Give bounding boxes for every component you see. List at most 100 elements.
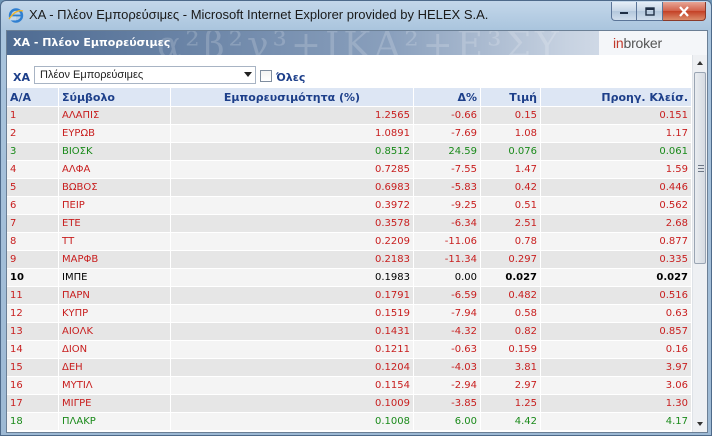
row-prev-close: 0.857 [541,322,692,340]
page-title: ΧΑ - Πλέον Εμπορεύσιμες [13,36,171,49]
category-select[interactable]: Πλέον Εμπορεύσιμες [34,66,256,84]
row-index: 16 [7,376,59,394]
minimize-button[interactable] [611,2,637,21]
category-select-value: Πλέον Εμπορεύσιμες [40,69,144,81]
row-change: -0.66 [414,106,481,124]
grip-line [698,171,704,172]
row-prev-close: 0.151 [541,106,692,124]
row-index: 6 [7,196,59,214]
table-row[interactable]: 13 ΑΙΟΛΚ 0.1431 -4.32 0.82 0.857 [7,322,692,340]
row-index: 18 [7,412,59,430]
row-index: 1 [7,106,59,124]
row-symbol: ΑΛΦΑ [59,160,171,178]
row-index: 17 [7,394,59,412]
scroll-up-button[interactable] [693,55,707,71]
scrollbar-thumb[interactable] [694,72,706,264]
row-price: 0.42 [481,178,541,196]
table-row[interactable]: 2 ΕΥΡΩΒ 1.0891 -7.69 1.08 1.17 [7,124,692,142]
table-row[interactable]: 8 ΤΤ 0.2209 -11.06 0.78 0.877 [7,232,692,250]
col-header-tradability[interactable]: Εμπορευσιμότητα (%) [171,88,414,106]
row-symbol: ΚΥΠΡ [59,304,171,322]
row-tradability: 1.0891 [171,124,414,142]
row-tradability: 0.1008 [171,412,414,430]
table-row[interactable]: 15 ΔΕΗ 0.1204 -4.03 3.81 3.97 [7,358,692,376]
row-symbol: ΜΑΡΦΒ [59,250,171,268]
row-change: -9.25 [414,196,481,214]
row-price: 2.51 [481,214,541,232]
row-symbol: ΜΥΤΙΛ [59,376,171,394]
scroll-down-button[interactable] [693,416,707,432]
table-row[interactable]: 1 ΑΛΑΠΙΣ 1.2565 -0.66 0.15 0.151 [7,106,692,124]
tradability-table: Α/Α Σύμβολο Εμπορευσιμότητα (%) Δ% Τιμή … [7,88,692,432]
row-index: 3 [7,142,59,160]
row-index: 15 [7,358,59,376]
row-prev-close: 0.16 [541,340,692,358]
row-index: 13 [7,322,59,340]
row-price: 0.159 [481,340,541,358]
row-tradability: 0.1154 [171,376,414,394]
grip-line [698,168,704,169]
col-header-prev-close[interactable]: Προηγ. Κλείσ. [541,88,692,106]
row-symbol: ΒΙΟΣΚ [59,142,171,160]
row-change: -6.34 [414,214,481,232]
all-checkbox[interactable] [260,70,272,82]
header-banner: α²β²γ³+ΙΚΑ²+Ε³ΣΥ ΧΑ - Πλέον Εμπορεύσιμες… [7,31,707,55]
row-tradability: 0.1211 [171,340,414,358]
table-row[interactable]: 9 ΜΑΡΦΒ 0.2183 -11.34 0.297 0.335 [7,250,692,268]
table-row[interactable]: 12 ΚΥΠΡ 0.1519 -7.94 0.58 0.63 [7,304,692,322]
table-row[interactable]: 7 ΕΤΕ 0.3578 -6.34 2.51 2.68 [7,214,692,232]
row-prev-close: 0.562 [541,196,692,214]
row-prev-close: 2.68 [541,214,692,232]
table-row[interactable]: 5 ΒΩΒΟΣ 0.6983 -5.83 0.42 0.446 [7,178,692,196]
row-index: 10 [7,268,59,286]
row-tradability: 0.2183 [171,250,414,268]
page-content: α²β²γ³+ΙΚΑ²+Ε³ΣΥ ΧΑ - Πλέον Εμπορεύσιμες… [6,30,708,433]
row-tradability: 0.1791 [171,286,414,304]
row-prev-close: 0.061 [541,142,692,160]
table-row[interactable]: 11 ΠΑΡΝ 0.1791 -6.59 0.482 0.516 [7,286,692,304]
row-change: -7.69 [414,124,481,142]
row-price: 2.97 [481,376,541,394]
table-row[interactable]: 14 ΔΙΟΝ 0.1211 -0.63 0.159 0.16 [7,340,692,358]
row-tradability: 0.1431 [171,322,414,340]
col-header-symbol[interactable]: Σύμβολο [59,88,171,106]
chevron-down-icon[interactable] [244,72,252,77]
table-row[interactable]: 17 ΜΙΓΡΕ 0.1009 -3.85 1.25 1.30 [7,394,692,412]
grip-line [698,165,704,166]
row-symbol: ΙΜΠΕ [59,268,171,286]
row-symbol: ΕΥΡΩΒ [59,124,171,142]
row-symbol: ΤΤ [59,232,171,250]
row-price: 0.78 [481,232,541,250]
vertical-scrollbar[interactable] [692,55,707,432]
all-checkbox-label[interactable]: Όλες [276,71,305,84]
table-row[interactable]: 4 ΑΛΦΑ 0.7285 -7.55 1.47 1.59 [7,160,692,178]
maximize-button[interactable] [637,2,663,21]
inbroker-logo: in broker [599,31,707,55]
col-header-change[interactable]: Δ% [414,88,481,106]
table-row[interactable]: 16 ΜΥΤΙΛ 0.1154 -2.94 2.97 3.06 [7,376,692,394]
row-prev-close: 0.63 [541,304,692,322]
table-row[interactable]: 3 ΒΙΟΣΚ 0.8512 24.59 0.076 0.061 [7,142,692,160]
row-change: -7.55 [414,160,481,178]
row-change: -7.94 [414,304,481,322]
col-header-price[interactable]: Τιμή [481,88,541,106]
row-price: 0.15 [481,106,541,124]
row-tradability: 0.1009 [171,394,414,412]
row-price: 0.027 [481,268,541,286]
logo-in-text: in [613,35,624,51]
window-titlebar[interactable]: ΧΑ - Πλέον Εμπορεύσιμες - Microsoft Inte… [1,1,711,29]
table-row[interactable]: 10 ΙΜΠΕ 0.1983 0.00 0.027 0.027 [7,268,692,286]
col-header-index[interactable]: Α/Α [7,88,59,106]
arrow-up-icon [697,61,703,65]
close-button[interactable] [663,2,706,21]
row-index: 9 [7,250,59,268]
maximize-icon [644,6,655,16]
table-row[interactable]: 18 ΠΛΑΚΡ 0.1008 6.00 4.42 4.17 [7,412,692,430]
row-price: 0.58 [481,304,541,322]
row-prev-close: 1.59 [541,160,692,178]
row-index: 7 [7,214,59,232]
filter-bar: ΧΑ Πλέον Εμπορεύσιμες Όλες [7,55,692,88]
table-row[interactable]: 6 ΠΕΙΡ 0.3972 -9.25 0.51 0.562 [7,196,692,214]
row-price: 4.42 [481,412,541,430]
row-tradability: 0.3972 [171,196,414,214]
